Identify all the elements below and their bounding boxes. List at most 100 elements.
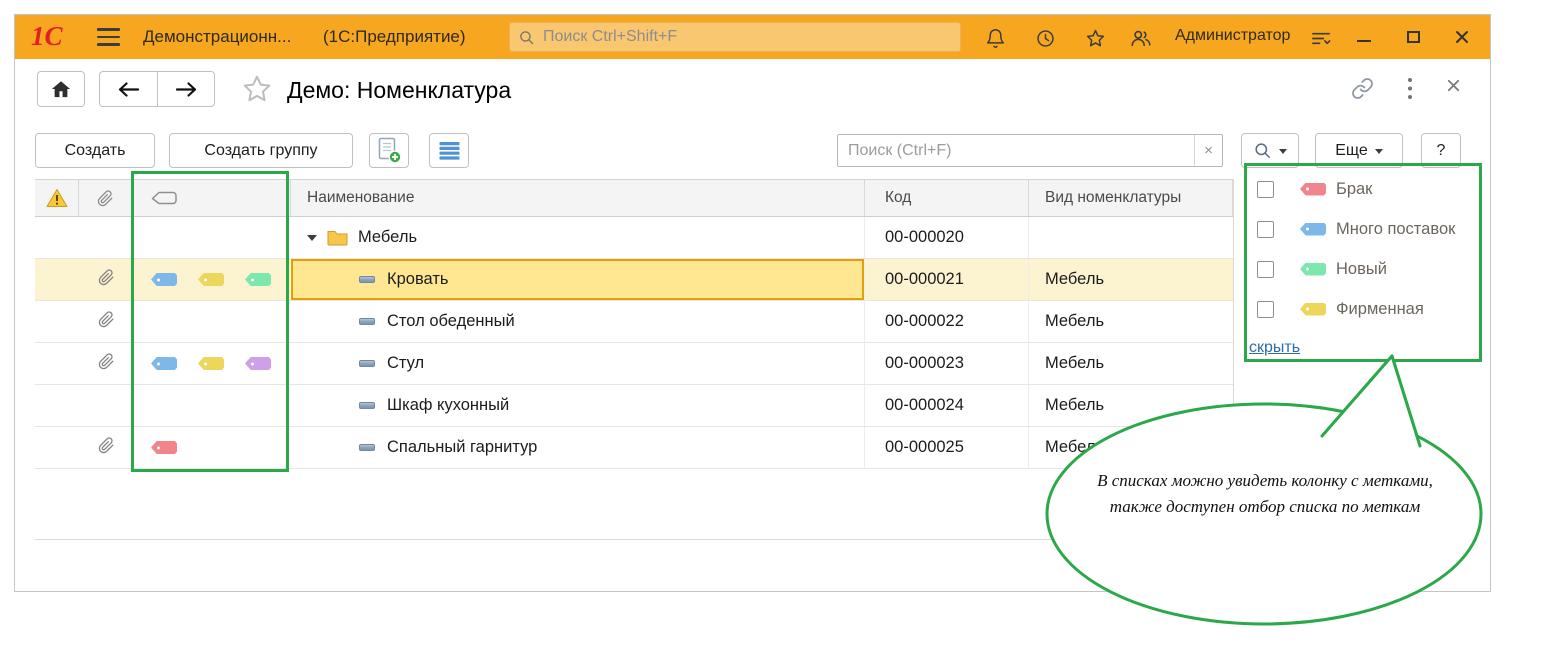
tag-filter-item[interactable]: Новый: [1245, 249, 1483, 289]
table-row[interactable]: Мебель 00-000020: [35, 217, 1233, 259]
row-kind: [1029, 217, 1233, 258]
create-button[interactable]: Создать: [35, 133, 155, 168]
search-options-button[interactable]: [1241, 133, 1299, 168]
search-icon: [518, 29, 535, 46]
chevron-down-icon: [1375, 149, 1383, 158]
global-search-input[interactable]: [543, 28, 952, 46]
history-icon[interactable]: [1033, 26, 1057, 50]
list-search-field[interactable]: ×: [837, 134, 1223, 167]
tag-chip: [245, 273, 271, 286]
close-icon: [1453, 28, 1471, 46]
tag-filter-label: Много поставок: [1336, 220, 1455, 239]
row-name: Мебель: [358, 228, 417, 247]
tag-filter-label: Брак: [1336, 180, 1372, 199]
attachment-icon: [98, 311, 115, 333]
paperclip-icon: [97, 190, 114, 207]
tag-filter-item[interactable]: Брак: [1245, 169, 1483, 209]
checkbox[interactable]: [1257, 181, 1274, 198]
tag-chip: [198, 273, 224, 286]
row-kind: Мебель: [1029, 343, 1233, 384]
tag-filter-label: Фирменная: [1336, 300, 1424, 319]
user-name[interactable]: Администратор: [1175, 27, 1290, 45]
code-column-header[interactable]: Код: [865, 180, 1029, 216]
tag-filter-item[interactable]: Фирменная: [1245, 289, 1483, 329]
warning-icon: [46, 188, 68, 208]
create-group-button[interactable]: Создать группу: [169, 133, 353, 168]
help-button[interactable]: ?: [1421, 133, 1461, 168]
more-button[interactable]: Еще: [1315, 133, 1403, 168]
tag-chip: [1300, 223, 1326, 236]
get-link-icon[interactable]: [1351, 77, 1374, 100]
forward-button[interactable]: [157, 71, 215, 107]
form-close-icon[interactable]: [1445, 77, 1462, 94]
item-icon: [359, 318, 375, 325]
list-bottom-divider: [35, 539, 1472, 540]
row-kind: Мебель: [1029, 259, 1233, 300]
notifications-bell-icon[interactable]: [983, 26, 1007, 50]
checkbox[interactable]: [1257, 221, 1274, 238]
arrow-right-icon: [175, 81, 198, 98]
page-title: Демо: Номенклатура: [287, 77, 511, 104]
checkbox[interactable]: [1257, 261, 1274, 278]
window-maximize-button[interactable]: [1407, 31, 1420, 43]
home-button[interactable]: [37, 71, 85, 107]
expand-triangle-icon[interactable]: [307, 235, 317, 241]
tags-column-header[interactable]: [133, 180, 291, 216]
row-code: 00-000024: [865, 385, 1029, 426]
row-code: 00-000025: [865, 427, 1029, 468]
row-tags: [133, 385, 291, 426]
row-name: Кровать: [387, 270, 449, 289]
table-row[interactable]: Шкаф кухонный 00-000024 Мебель: [35, 385, 1233, 427]
table-header: Наименование Код Вид номенклатуры: [35, 179, 1233, 217]
row-tags: [133, 343, 291, 384]
global-search-field[interactable]: [509, 22, 961, 52]
row-code: 00-000022: [865, 301, 1029, 342]
row-tags: [133, 259, 291, 300]
new-item-icon-button[interactable]: [369, 133, 409, 168]
name-column-header[interactable]: Наименование: [291, 180, 865, 216]
app-mode: (1С:Предприятие): [323, 27, 466, 47]
callout-text: В списках можно увидеть колонку с меткам…: [1093, 468, 1437, 519]
table-row-selected[interactable]: Кровать 00-000021 Мебель: [35, 259, 1233, 301]
tag-filter-label: Новый: [1336, 260, 1387, 279]
document-plus-icon: [376, 137, 402, 164]
table-row[interactable]: Стул 00-000023 Мебель: [35, 343, 1233, 385]
kind-column-header[interactable]: Вид номенклатуры: [1029, 180, 1233, 216]
row-code: 00-000023: [865, 343, 1029, 384]
favorites-star-icon[interactable]: [1083, 26, 1107, 50]
back-button[interactable]: [99, 71, 157, 107]
search-clear-button[interactable]: ×: [1194, 135, 1222, 166]
home-icon: [50, 79, 72, 99]
users-icon[interactable]: [1129, 26, 1153, 50]
row-code: 00-000020: [865, 217, 1029, 258]
1c-logo: 1С: [31, 21, 63, 52]
hide-filter-link[interactable]: скрыть: [1249, 339, 1300, 357]
window-close-button[interactable]: [1453, 28, 1471, 46]
tag-chip: [1300, 183, 1326, 196]
search-icon: [1253, 141, 1272, 160]
main-menu-icon[interactable]: [97, 28, 120, 46]
item-icon: [359, 444, 375, 451]
arrow-left-icon: [117, 81, 140, 98]
help-label: ?: [1437, 142, 1446, 160]
window-minimize-button[interactable]: [1357, 40, 1371, 42]
checkbox[interactable]: [1257, 301, 1274, 318]
tag-chip: [1300, 263, 1326, 276]
list-icon: [439, 141, 460, 160]
attachment-column-header[interactable]: [79, 180, 133, 216]
row-name: Шкаф кухонный: [387, 396, 509, 415]
tag-chip: [151, 441, 177, 454]
tag-chip: [198, 357, 224, 370]
create-group-button-label: Создать группу: [204, 142, 317, 160]
warning-column-header[interactable]: [35, 180, 79, 216]
more-menu-dots-icon[interactable]: [1407, 77, 1413, 100]
attachment-icon: [98, 437, 115, 459]
tag-filter-item[interactable]: Много поставок: [1245, 209, 1483, 249]
list-search-input[interactable]: [838, 142, 1194, 160]
table-row[interactable]: Стол обеденный 00-000022 Мебель: [35, 301, 1233, 343]
favorite-star-icon[interactable]: [241, 73, 273, 105]
table-row[interactable]: Спальный гарнитур 00-000025 Мебель: [35, 427, 1233, 469]
item-icon: [359, 360, 375, 367]
list-view-icon-button[interactable]: [429, 133, 469, 168]
view-settings-icon[interactable]: [1309, 26, 1333, 50]
